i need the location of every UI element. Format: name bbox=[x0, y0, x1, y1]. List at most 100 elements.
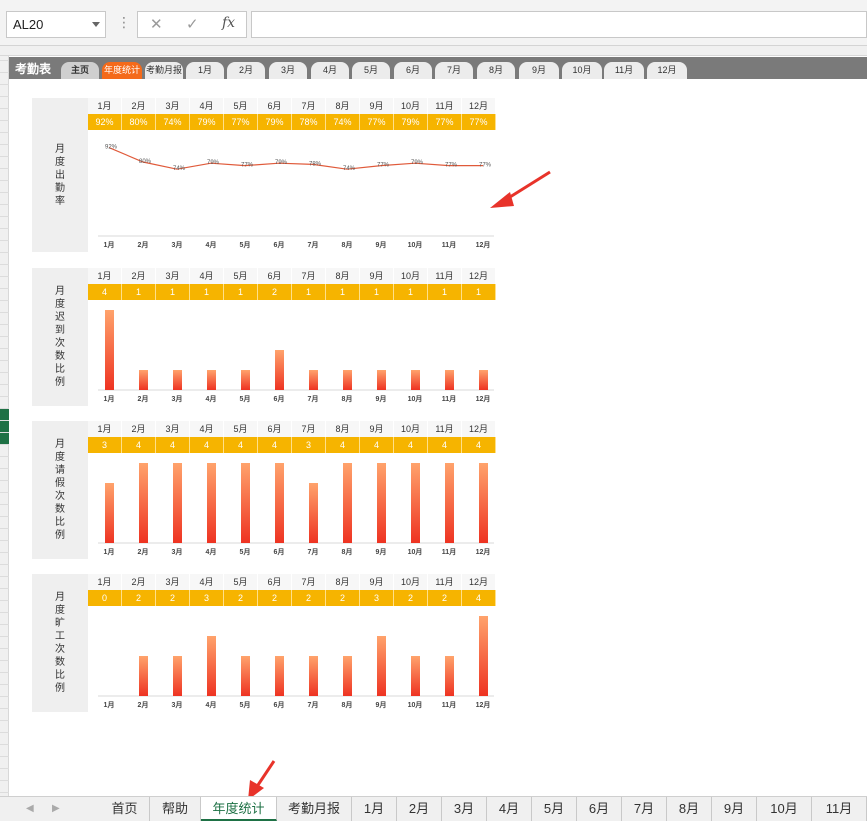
sheet-tab[interactable]: 9月 bbox=[712, 797, 757, 821]
value-cell[interactable]: 4 bbox=[360, 437, 394, 453]
sheet-tab[interactable]: 11月 bbox=[812, 797, 867, 821]
app-tab-month-6[interactable]: 6月 bbox=[394, 62, 432, 79]
month-header-cell[interactable]: 5月 bbox=[224, 421, 258, 437]
sheet-tab[interactable]: 8月 bbox=[667, 797, 712, 821]
month-header-cell[interactable]: 7月 bbox=[292, 268, 326, 284]
month-header-cell[interactable]: 10月 bbox=[394, 98, 428, 114]
value-cell[interactable]: 1 bbox=[360, 284, 394, 300]
month-header-cell[interactable]: 5月 bbox=[224, 98, 258, 114]
app-tab-month-4[interactable]: 4月 bbox=[311, 62, 349, 79]
sheet-tab[interactable]: 6月 bbox=[577, 797, 622, 821]
value-cell[interactable]: 1 bbox=[156, 284, 190, 300]
month-header-cell[interactable]: 9月 bbox=[360, 98, 394, 114]
month-header-cell[interactable]: 8月 bbox=[326, 421, 360, 437]
month-header-cell[interactable]: 8月 bbox=[326, 574, 360, 590]
app-tab-home[interactable]: 主页 bbox=[61, 62, 99, 79]
month-header-cell[interactable]: 4月 bbox=[190, 268, 224, 284]
month-header-cell[interactable]: 8月 bbox=[326, 98, 360, 114]
value-cell[interactable]: 4 bbox=[190, 437, 224, 453]
month-header-cell[interactable]: 1月 bbox=[88, 98, 122, 114]
value-cell[interactable]: 78% bbox=[292, 114, 326, 130]
value-cell[interactable]: 1 bbox=[122, 284, 156, 300]
sheet-tab[interactable]: 3月 bbox=[442, 797, 487, 821]
month-header-cell[interactable]: 9月 bbox=[360, 421, 394, 437]
value-cell[interactable]: 79% bbox=[190, 114, 224, 130]
month-header-cell[interactable]: 4月 bbox=[190, 98, 224, 114]
app-tab-annual-stats[interactable]: 年度统计 bbox=[102, 62, 142, 79]
sheet-tab[interactable]: 4月 bbox=[487, 797, 532, 821]
sheet-tab[interactable]: 首页 bbox=[100, 797, 150, 821]
sheet-tab[interactable]: 10月 bbox=[757, 797, 812, 821]
month-header-cell[interactable]: 9月 bbox=[360, 268, 394, 284]
month-header-cell[interactable]: 7月 bbox=[292, 421, 326, 437]
value-cell[interactable]: 4 bbox=[88, 284, 122, 300]
month-header-cell[interactable]: 10月 bbox=[394, 421, 428, 437]
value-cell[interactable]: 1 bbox=[292, 284, 326, 300]
value-cell[interactable]: 79% bbox=[258, 114, 292, 130]
month-header-cell[interactable]: 7月 bbox=[292, 98, 326, 114]
month-header-cell[interactable]: 6月 bbox=[258, 268, 292, 284]
app-tab-month-2[interactable]: 2月 bbox=[227, 62, 265, 79]
value-cell[interactable]: 0 bbox=[88, 590, 122, 606]
value-cell[interactable]: 1 bbox=[326, 284, 360, 300]
value-cell[interactable]: 4 bbox=[462, 437, 496, 453]
value-cell[interactable]: 74% bbox=[156, 114, 190, 130]
value-cell[interactable]: 3 bbox=[360, 590, 394, 606]
app-tab-month-7[interactable]: 7月 bbox=[435, 62, 473, 79]
month-header-cell[interactable]: 11月 bbox=[428, 574, 462, 590]
month-header-cell[interactable]: 10月 bbox=[394, 574, 428, 590]
month-header-cell[interactable]: 11月 bbox=[428, 98, 462, 114]
value-cell[interactable]: 1 bbox=[190, 284, 224, 300]
month-header-cell[interactable]: 2月 bbox=[122, 268, 156, 284]
value-cell[interactable]: 2 bbox=[258, 590, 292, 606]
value-cell[interactable]: 3 bbox=[88, 437, 122, 453]
month-header-cell[interactable]: 3月 bbox=[156, 98, 190, 114]
month-header-cell[interactable]: 3月 bbox=[156, 574, 190, 590]
value-cell[interactable]: 79% bbox=[394, 114, 428, 130]
sheet-tab[interactable]: 帮助 bbox=[150, 797, 201, 821]
value-cell[interactable]: 2 bbox=[224, 590, 258, 606]
app-tab-month-3[interactable]: 3月 bbox=[269, 62, 307, 79]
value-cell[interactable]: 2 bbox=[258, 284, 292, 300]
month-header-cell[interactable]: 4月 bbox=[190, 574, 224, 590]
value-cell[interactable]: 4 bbox=[122, 437, 156, 453]
app-tab-month-1[interactable]: 1月 bbox=[186, 62, 224, 79]
month-header-cell[interactable]: 3月 bbox=[156, 421, 190, 437]
app-tab-month-5[interactable]: 5月 bbox=[352, 62, 390, 79]
cancel-icon[interactable]: ✕ bbox=[150, 15, 163, 33]
month-header-cell[interactable]: 3月 bbox=[156, 268, 190, 284]
name-box-dropdown-icon[interactable] bbox=[92, 22, 100, 27]
value-cell[interactable]: 2 bbox=[326, 590, 360, 606]
value-cell[interactable]: 3 bbox=[292, 437, 326, 453]
month-header-cell[interactable]: 11月 bbox=[428, 421, 462, 437]
value-cell[interactable]: 2 bbox=[292, 590, 326, 606]
app-tab-month-8[interactable]: 8月 bbox=[477, 62, 515, 79]
app-tab-month-10[interactable]: 10月 bbox=[562, 62, 602, 79]
sheet-tab[interactable]: 1月 bbox=[352, 797, 397, 821]
value-cell[interactable]: 1 bbox=[462, 284, 496, 300]
app-tab-monthly-report[interactable]: 考勤月报 bbox=[145, 62, 183, 79]
value-cell[interactable]: 1 bbox=[394, 284, 428, 300]
sheet-tab[interactable]: 年度统计 bbox=[201, 797, 277, 821]
month-header-cell[interactable]: 2月 bbox=[122, 421, 156, 437]
confirm-icon[interactable]: ✓ bbox=[186, 15, 199, 33]
sheet-tab[interactable]: 5月 bbox=[532, 797, 577, 821]
prev-sheet-icon[interactable]: ◀ bbox=[26, 803, 34, 814]
value-cell[interactable]: 77% bbox=[224, 114, 258, 130]
month-header-cell[interactable]: 12月 bbox=[462, 574, 496, 590]
month-header-cell[interactable]: 2月 bbox=[122, 98, 156, 114]
month-header-cell[interactable]: 12月 bbox=[462, 421, 496, 437]
value-cell[interactable]: 4 bbox=[394, 437, 428, 453]
month-header-cell[interactable]: 6月 bbox=[258, 574, 292, 590]
value-cell[interactable]: 2 bbox=[122, 590, 156, 606]
value-cell[interactable]: 4 bbox=[156, 437, 190, 453]
value-cell[interactable]: 74% bbox=[326, 114, 360, 130]
value-cell[interactable]: 3 bbox=[190, 590, 224, 606]
value-cell[interactable]: 2 bbox=[394, 590, 428, 606]
sheet-tab[interactable]: 7月 bbox=[622, 797, 667, 821]
value-cell[interactable]: 80% bbox=[122, 114, 156, 130]
value-cell[interactable]: 4 bbox=[326, 437, 360, 453]
value-cell[interactable]: 1 bbox=[428, 284, 462, 300]
value-cell[interactable]: 77% bbox=[360, 114, 394, 130]
month-header-cell[interactable]: 5月 bbox=[224, 574, 258, 590]
